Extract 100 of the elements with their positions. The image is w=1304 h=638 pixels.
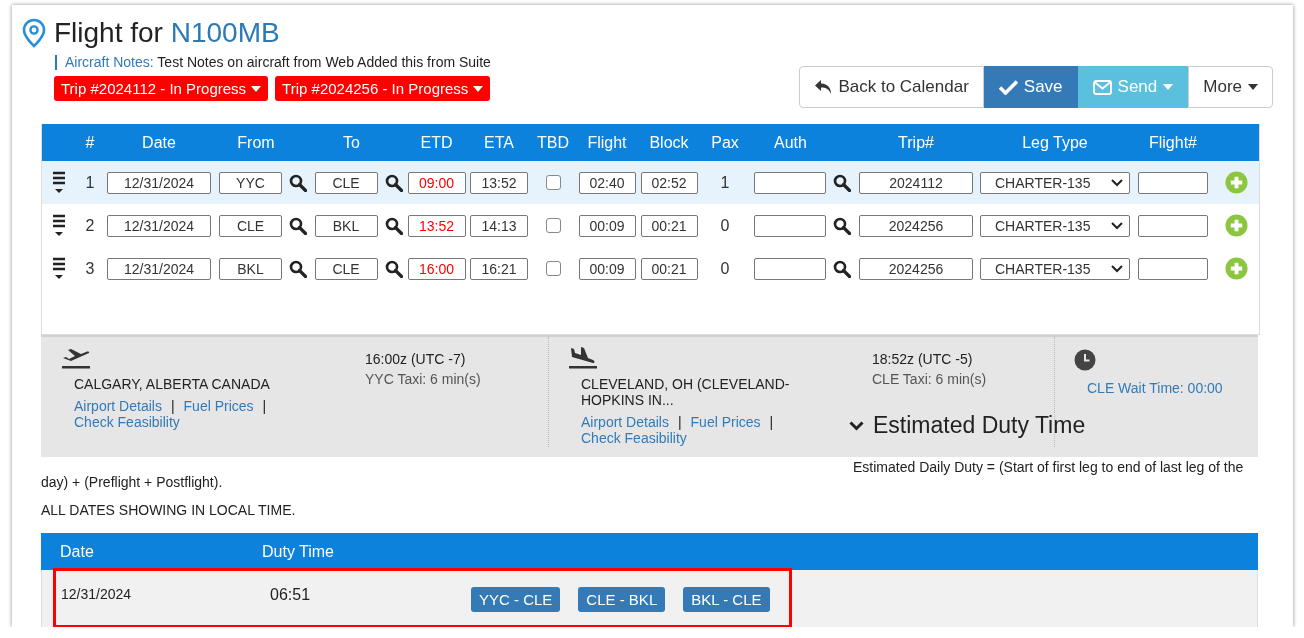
search-icon[interactable]: [833, 173, 851, 192]
to-field[interactable]: CLE: [314, 257, 378, 280]
chevron-down-icon: [1111, 264, 1123, 273]
trip-status-dropdown[interactable]: Trip #2024256 - In Progress: [275, 76, 491, 101]
fuel-prices-link[interactable]: Fuel Prices: [183, 398, 254, 414]
airport-details-link[interactable]: Airport Details: [74, 398, 162, 414]
taxi-time: YYC Taxi: 6 min(s): [365, 370, 482, 389]
search-icon[interactable]: [833, 259, 851, 278]
aircraft-notes: Aircraft Notes: Test Notes on aircraft from Web Added this from Suite: [55, 55, 491, 70]
eta-field[interactable]: 13:52: [470, 171, 528, 194]
date-field[interactable]: 12/31/2024: [107, 171, 211, 194]
leg-route-button[interactable]: YYC - CLE: [471, 587, 561, 612]
trip-number-field[interactable]: 2024112: [859, 171, 973, 194]
column-header: Block: [648, 133, 690, 152]
pax-count: 0: [720, 216, 730, 235]
envelope-icon: [1092, 79, 1112, 95]
hamburger-caret-icon[interactable]: [52, 212, 66, 239]
auth-field[interactable]: [754, 257, 826, 280]
airport-city: CLEVELAND, OH (CLEVELAND-HOPKINS IN...: [581, 376, 791, 408]
to-field[interactable]: CLE: [314, 171, 378, 194]
caret-icon: [1163, 84, 1174, 90]
block-time-field[interactable]: 02:52: [640, 171, 698, 194]
leg-route-button[interactable]: CLE - BKL: [578, 587, 666, 612]
check-feasibility-link[interactable]: Check Feasibility: [74, 414, 180, 430]
search-icon[interactable]: [289, 259, 307, 278]
leg-number: 3: [85, 259, 95, 278]
leg-type-select[interactable]: CHARTER-135: [980, 214, 1130, 237]
column-header: Flight#: [1148, 133, 1198, 152]
page-title: Flight for N100MB: [54, 17, 280, 49]
eta-field[interactable]: 14:13: [470, 214, 528, 237]
chevron-down-icon: [1111, 221, 1123, 230]
duty-time: 06:51: [270, 586, 312, 604]
block-time-field[interactable]: 00:21: [640, 214, 698, 237]
taxi-time: CLE Taxi: 6 min(s): [872, 370, 988, 389]
leg-type-select[interactable]: CHARTER-135: [980, 171, 1130, 194]
column-header: Leg Type: [1021, 133, 1089, 152]
column-header: Duty Time: [262, 542, 335, 561]
etd-field[interactable]: 16:00: [407, 257, 466, 280]
search-icon[interactable]: [384, 216, 403, 235]
flight-time-field[interactable]: 00:09: [578, 214, 636, 237]
pax-count: 1: [720, 173, 730, 192]
auth-field[interactable]: [754, 171, 826, 194]
search-icon[interactable]: [833, 216, 851, 235]
auth-field[interactable]: [754, 214, 826, 237]
back-button[interactable]: Back to Calendar: [799, 66, 984, 108]
date-field[interactable]: 12/31/2024: [107, 257, 211, 280]
duty-date: 12/31/2024: [61, 586, 133, 602]
from-field[interactable]: CLE: [219, 214, 282, 237]
flight-number-field[interactable]: [1138, 214, 1208, 237]
flight-time-field[interactable]: 02:40: [578, 171, 636, 194]
trip-number-field[interactable]: 2024256: [859, 214, 973, 237]
tbd-checkbox[interactable]: [545, 261, 561, 276]
reply-arrow-icon: [814, 79, 833, 95]
flight-time-field[interactable]: 00:09: [578, 257, 636, 280]
hamburger-caret-icon[interactable]: [52, 255, 66, 282]
block-time-field[interactable]: 00:21: [640, 257, 698, 280]
more-button[interactable]: More: [1188, 66, 1273, 108]
search-icon[interactable]: [384, 173, 403, 192]
check-feasibility-link[interactable]: Check Feasibility: [581, 430, 687, 446]
hamburger-caret-icon[interactable]: [52, 169, 66, 196]
tbd-checkbox[interactable]: [545, 175, 561, 190]
eta-field[interactable]: 16:21: [470, 257, 528, 280]
airport-details-link[interactable]: Airport Details: [581, 414, 669, 430]
leg-number: 1: [85, 173, 95, 192]
trip-number-field[interactable]: 2024256: [859, 257, 973, 280]
wait-time-link[interactable]: CLE Wait Time: 00:00: [1087, 380, 1258, 396]
tbd-checkbox[interactable]: [545, 218, 561, 233]
airport-city: CALGARY, ALBERTA CANADA: [74, 376, 271, 392]
flight-number-field[interactable]: [1138, 257, 1208, 280]
leg-route-button[interactable]: BKL - CLE: [683, 587, 770, 612]
check-icon: [998, 79, 1018, 95]
etd-field[interactable]: 13:52: [407, 214, 466, 237]
from-field[interactable]: BKL: [219, 257, 282, 280]
trip-status-dropdown[interactable]: Trip #2024112 - In Progress: [54, 76, 269, 101]
leg-row[interactable]: 3 12/31/2024 BKL CLE 16:00 16:21 00:09 00:21 0 2024256 CHARTER-135: [42, 247, 1259, 290]
clock-icon: [1074, 349, 1096, 371]
leg-row[interactable]: 1 12/31/2024 YYC CLE 09:00 13:52 02:40 02:52 1 2024112 CHARTER-135: [42, 161, 1259, 204]
etd-field[interactable]: 09:00: [407, 171, 466, 194]
column-header: Date: [141, 133, 177, 152]
utc-time: 16:00z (UTC -7): [365, 350, 467, 369]
link-separator: |: [170, 398, 175, 414]
caret-icon: [473, 85, 484, 92]
column-header: TBD: [536, 133, 570, 152]
duty-heading-toggle[interactable]: Estimated Duty Time: [849, 412, 1086, 439]
link-separator: |: [262, 398, 267, 414]
leg-type-select[interactable]: CHARTER-135: [980, 257, 1130, 280]
chevron-down-icon: [1111, 178, 1123, 187]
to-field[interactable]: BKL: [314, 214, 378, 237]
date-field[interactable]: 12/31/2024: [107, 214, 211, 237]
search-icon[interactable]: [289, 216, 307, 235]
from-field[interactable]: YYC: [219, 171, 282, 194]
search-icon[interactable]: [384, 259, 403, 278]
leg-row[interactable]: 2 12/31/2024 CLE BKL 13:52 14:13 00:09 00:21 0 2024256 CHARTER-135: [42, 204, 1259, 247]
flight-number-field[interactable]: [1138, 171, 1208, 194]
fuel-prices-link[interactable]: Fuel Prices: [690, 414, 761, 430]
save-button[interactable]: Save: [983, 66, 1078, 108]
search-icon[interactable]: [289, 173, 307, 192]
column-header: Flight: [586, 133, 628, 152]
column-header: Date: [60, 542, 95, 561]
duty-description: Estimated Daily Duty = (Start of first leg to end of last leg of the day) + (Preflight + Postflight).: [41, 458, 1245, 490]
